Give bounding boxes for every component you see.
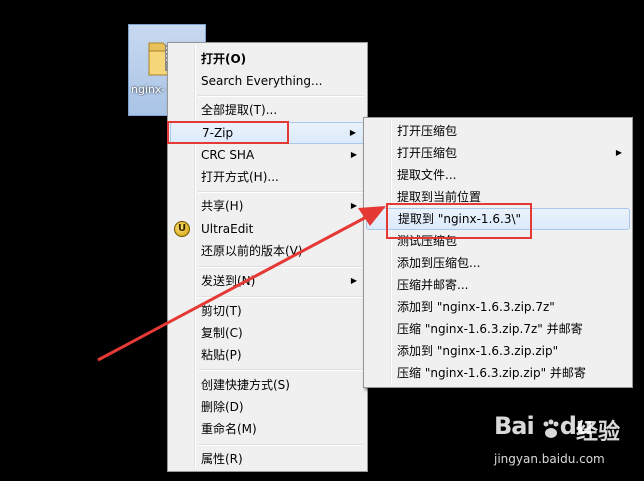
watermark-jingyan: 经验 bbox=[576, 420, 621, 445]
baidu-jingyan-watermark: Bai du 经验 jingyan.baidu.com bbox=[494, 412, 640, 478]
annotation-arrow bbox=[97, 206, 386, 362]
baidu-paw-icon bbox=[543, 419, 559, 438]
watermark-url: jingyan.baidu.com bbox=[494, 452, 605, 466]
